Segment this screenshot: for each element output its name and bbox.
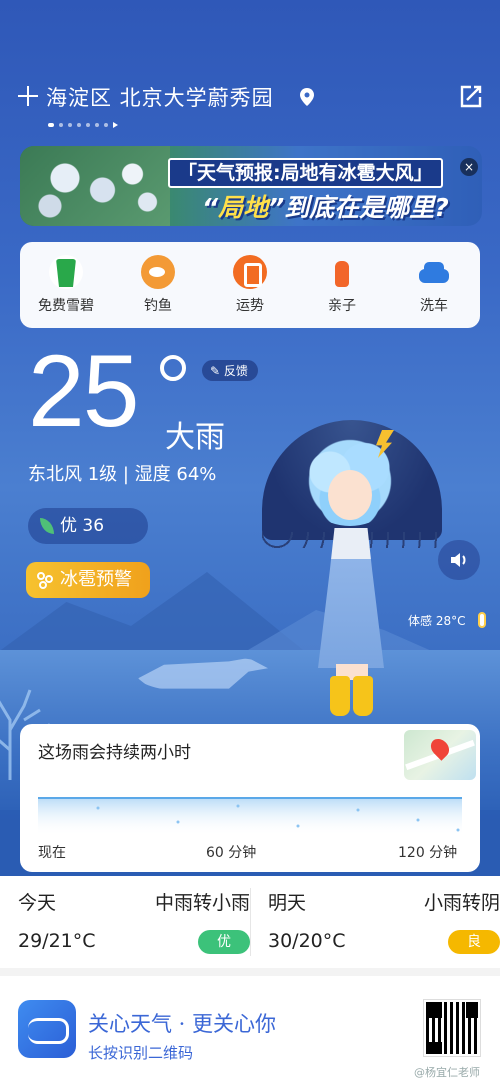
app-logo-icon xyxy=(18,1000,76,1058)
banner-highlight: 局地 xyxy=(218,193,269,222)
forecast-day: 明天 xyxy=(268,892,307,914)
banner-close-button[interactable]: × xyxy=(460,158,478,176)
feedback-button[interactable]: ✎ 反馈 xyxy=(202,360,258,381)
shortcut-label: 钓鱼 xyxy=(144,298,172,314)
soda-cup-icon xyxy=(49,255,83,289)
location-title[interactable]: 海淀区 北京大学蔚秀园 xyxy=(46,82,274,112)
character-face xyxy=(328,470,372,520)
rain-nowcast-card[interactable]: 这场雨会持续两小时 现在 60 分钟 120 分钟 xyxy=(20,724,480,872)
leaf-icon xyxy=(40,518,54,534)
rain-intensity-chart xyxy=(38,797,462,836)
page-arrow-icon xyxy=(113,122,118,128)
aqi-badge: 良 xyxy=(448,930,500,954)
alert-label: 冰雹预警 xyxy=(60,569,132,590)
forecast-tomorrow[interactable]: 明天 小雨转阴 30/20°C 良 xyxy=(268,876,500,968)
promo-banner[interactable]: 「天气预报:局地有冰雹大风」 “局地”到底在是哪里? × xyxy=(20,146,482,226)
shortcut-car-wash[interactable]: 洗车 xyxy=(394,255,474,315)
rain-boot xyxy=(330,676,350,716)
location-pin-icon xyxy=(300,88,314,106)
top-bar: 海淀区 北京大学蔚秀园 xyxy=(0,78,500,118)
page-dot xyxy=(77,123,81,127)
shortcut-fortune[interactable]: 运势 xyxy=(210,255,290,315)
baby-bottle-icon xyxy=(325,255,359,289)
shortcut-label: 运势 xyxy=(236,298,264,314)
current-temperature: 25 xyxy=(28,334,139,448)
fish-icon xyxy=(141,255,175,289)
map-pin-icon xyxy=(427,735,453,761)
banner-subheadline: “局地”到底在是哪里? xyxy=(202,193,449,222)
forecast-condition: 小雨转阴 xyxy=(423,892,500,914)
car-wash-icon xyxy=(417,255,451,289)
shortcut-label: 洗车 xyxy=(420,298,448,314)
shortcut-label: 亲子 xyxy=(328,298,356,314)
nowcast-label-120: 120 分钟 xyxy=(398,845,458,861)
forecast-divider xyxy=(250,888,251,956)
page-indicator xyxy=(48,122,118,128)
voice-broadcast-button[interactable] xyxy=(438,540,480,580)
nowcast-label-60: 60 分钟 xyxy=(206,845,257,861)
speaker-icon xyxy=(451,553,466,567)
page-dot xyxy=(59,123,63,127)
page-dot xyxy=(68,123,72,127)
shortcut-fishing[interactable]: 钓鱼 xyxy=(118,255,198,315)
aqi-badge: 优 xyxy=(198,930,250,954)
add-city-icon[interactable] xyxy=(18,86,38,106)
aqi-pill[interactable]: 优 36 xyxy=(28,508,148,544)
hail-alert-button[interactable]: 冰雹预警 xyxy=(26,562,150,598)
forecast-day: 今天 xyxy=(18,892,57,914)
thermometer-icon xyxy=(478,612,486,628)
forecast-condition: 中雨转小雨 xyxy=(154,892,250,914)
feels-like: 体感 28°C xyxy=(408,614,466,628)
hail-icon xyxy=(37,572,53,589)
shortcut-free-sprite[interactable]: 免费雪碧 xyxy=(26,255,106,315)
degree-symbol xyxy=(160,355,186,381)
radar-map-thumbnail[interactable] xyxy=(404,730,476,780)
page-dot xyxy=(86,123,90,127)
nowcast-title: 这场雨会持续两小时 xyxy=(38,743,191,763)
share-icon[interactable] xyxy=(458,84,484,110)
watermark: @杨宜仁老师 xyxy=(414,1066,480,1079)
wind-humidity: 东北风 1级 | 湿度 64% xyxy=(28,464,217,485)
page-dot xyxy=(104,123,108,127)
forecast-temp: 30/20°C xyxy=(268,930,346,952)
shortcut-label: 免费雪碧 xyxy=(38,298,94,314)
fortune-icon xyxy=(233,255,267,289)
page-dot xyxy=(95,123,99,127)
rain-boot xyxy=(353,676,373,716)
shortcut-bar: 免费雪碧 钓鱼 运势 亲子 洗车 xyxy=(20,242,480,328)
shortcut-parenting[interactable]: 亲子 xyxy=(302,255,382,315)
hail-photo xyxy=(20,146,170,226)
current-condition: 大雨 xyxy=(165,420,225,455)
page-dot xyxy=(48,123,54,127)
aqi-value: 优 36 xyxy=(60,516,105,536)
forecast-today[interactable]: 今天 中雨转小雨 29/21°C 优 xyxy=(18,876,250,968)
nowcast-label-now: 现在 xyxy=(38,845,66,861)
qr-hint: 长按识别二维码 xyxy=(88,1044,194,1062)
qr-code xyxy=(423,999,481,1057)
forecast-temp: 29/21°C xyxy=(18,930,96,952)
banner-headline: 「天气预报:局地有冰雹大风」 xyxy=(168,158,443,188)
app-slogan: 关心天气 · 更关心你 xyxy=(88,1012,277,1036)
